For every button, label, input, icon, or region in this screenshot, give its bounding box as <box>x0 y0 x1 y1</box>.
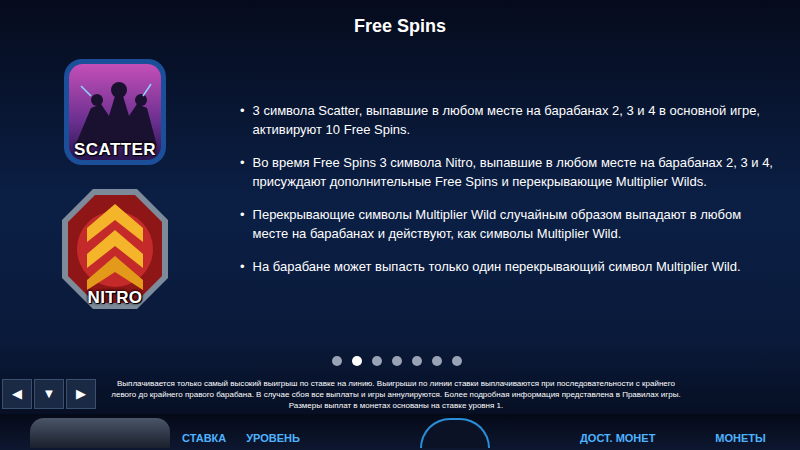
rule-item: •3 символа Scatter, выпавшие в любом мес… <box>240 101 780 139</box>
symbol-label: NITRO <box>87 285 142 311</box>
page-dot[interactable] <box>432 356 442 366</box>
nav-button[interactable]: ▶ <box>66 379 96 409</box>
page-dot[interactable] <box>452 356 462 366</box>
rule-item: •На барабане может выпасть только один п… <box>240 257 780 276</box>
content: SCATTER NITRO •3 символа Scatter, выпавшие… <box>0 48 800 348</box>
page-dot[interactable] <box>332 356 342 366</box>
page-dot[interactable] <box>412 356 422 366</box>
bottom-bar: СТАВКА УРОВЕНЬ ДОСТ. МОНЕТ МОНЕТЫ <box>0 414 800 450</box>
car-image <box>30 418 170 448</box>
scatter-symbol: SCATTER <box>61 56 169 168</box>
nav-buttons: ◀▼▶ <box>0 379 96 409</box>
symbol-column: SCATTER NITRO <box>0 48 240 348</box>
free-spins-screen: Free Spins SCATTER NITRO •3 символа Scatter… <box>0 0 800 450</box>
footer-text: Выплачивается только самый высокий выигр… <box>106 378 686 411</box>
rule-item: •Перекрывающие символы Multiplier Wild с… <box>240 205 780 243</box>
bet-label: СТАВКА <box>182 430 226 447</box>
coins-available-label: ДОСТ. МОНЕТ <box>580 430 655 447</box>
rule-item: •Во время Free Spins 3 символа Nitro, вы… <box>240 153 780 191</box>
spin-button[interactable] <box>420 418 490 448</box>
rules-list: •3 символа Scatter, выпавшие в любом мес… <box>240 48 800 348</box>
nav-button[interactable]: ◀ <box>2 379 32 409</box>
page-dot[interactable] <box>372 356 382 366</box>
nitro-symbol: NITRO <box>59 186 171 312</box>
page-dot[interactable] <box>392 356 402 366</box>
footer-row: ◀▼▶ Выплачивается только самый высокий вы… <box>0 374 800 414</box>
nav-button[interactable]: ▼ <box>34 379 64 409</box>
page-title: Free Spins <box>0 0 800 48</box>
coins-label: МОНЕТЫ <box>715 430 766 447</box>
page-dot[interactable] <box>352 356 362 366</box>
pagination <box>0 348 800 374</box>
level-label: УРОВЕНЬ <box>246 430 300 447</box>
symbol-label: SCATTER <box>74 137 156 163</box>
